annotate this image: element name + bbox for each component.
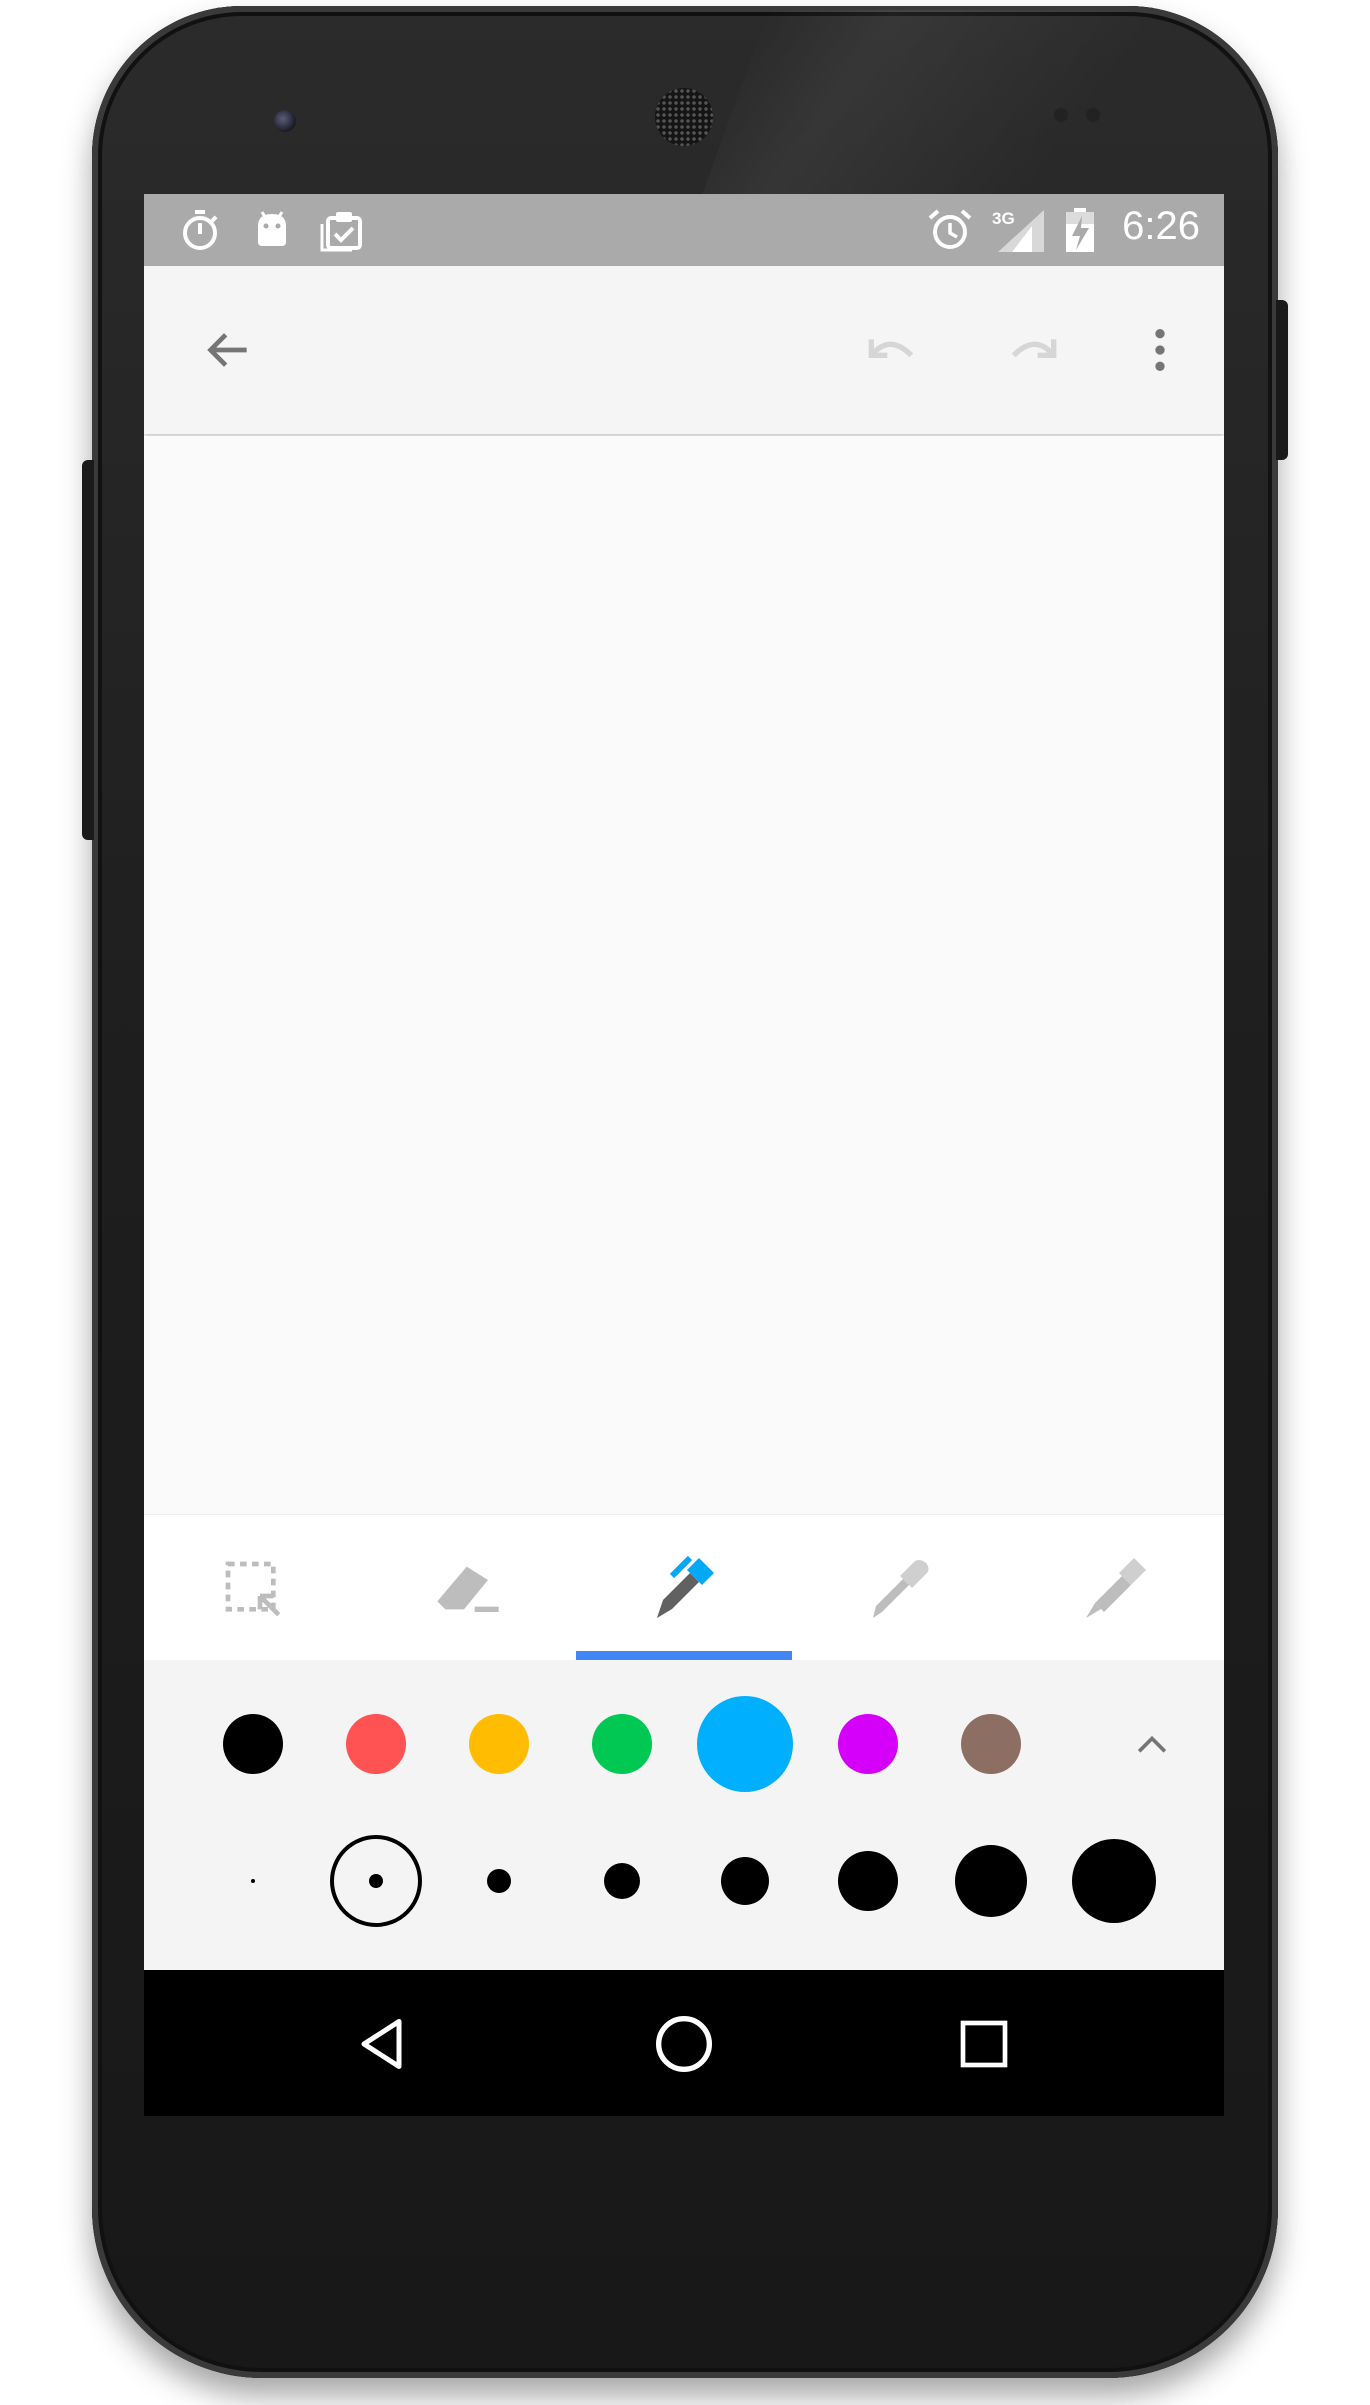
stroke-size-option[interactable] [251, 1879, 255, 1883]
nav-recents-icon [960, 2020, 1008, 2068]
tool-bar [144, 1514, 1224, 1661]
volume-button [82, 460, 94, 840]
earpiece-speaker [655, 88, 713, 146]
status-bar: 3G 6:26 [144, 194, 1224, 266]
more-options-button[interactable] [1124, 314, 1196, 386]
expand-palette-button[interactable] [1116, 1708, 1188, 1780]
signal-3g-icon: 3G [992, 209, 1044, 252]
color-swatch[interactable] [838, 1714, 898, 1774]
pen-palette [144, 1660, 1224, 1970]
stroke-size-option[interactable] [721, 1857, 769, 1905]
redo-icon [1011, 339, 1057, 358]
android-icon [258, 211, 286, 246]
color-swatch[interactable] [346, 1714, 406, 1774]
status-time: 6:26 [1122, 204, 1200, 248]
undo-button[interactable] [854, 314, 926, 386]
nav-home-icon [656, 2016, 712, 2072]
nav-home-button[interactable] [646, 2006, 722, 2082]
arrow-back-icon [207, 333, 247, 367]
navigation-bar [144, 1970, 1224, 2116]
nav-back-button[interactable] [346, 2006, 422, 2082]
highlighter-icon [1086, 1558, 1146, 1618]
color-swatch[interactable] [223, 1714, 283, 1774]
select-tool[interactable] [144, 1515, 360, 1661]
proximity-sensor [1054, 108, 1068, 122]
stopwatch-icon [183, 210, 218, 250]
app-bar [144, 266, 1224, 434]
highlighter-tool[interactable] [1008, 1515, 1224, 1661]
clipboard-check-icon [320, 212, 362, 252]
stroke-size-option[interactable] [487, 1869, 511, 1893]
stroke-size-option[interactable] [604, 1863, 640, 1899]
stroke-size-option[interactable] [369, 1874, 383, 1888]
pen-tool[interactable] [576, 1515, 792, 1661]
stroke-size-option[interactable] [838, 1851, 898, 1911]
stroke-size-option[interactable] [955, 1845, 1027, 1917]
color-swatch[interactable] [592, 1714, 652, 1774]
nav-back-icon [361, 2019, 402, 2069]
alarm-icon [928, 209, 972, 249]
marker-icon [873, 1560, 929, 1618]
nav-recents-button[interactable] [946, 2006, 1022, 2082]
stroke-size-option[interactable] [1072, 1839, 1156, 1923]
pen-icon [657, 1555, 714, 1618]
selected-tool-indicator [576, 1651, 792, 1660]
eraser-icon [437, 1566, 499, 1612]
undo-icon [868, 339, 914, 358]
power-button [1276, 300, 1288, 460]
back-button[interactable] [192, 314, 264, 386]
screen: 3G 6:26 [144, 194, 1224, 2116]
light-sensor [1086, 108, 1100, 122]
color-swatch[interactable] [961, 1714, 1021, 1774]
redo-button[interactable] [999, 314, 1071, 386]
network-type: 3G [992, 209, 1015, 228]
battery-charging-icon [1066, 208, 1094, 252]
front-camera [274, 110, 296, 132]
color-swatch[interactable] [469, 1714, 529, 1774]
marker-tool[interactable] [792, 1515, 1008, 1661]
color-swatch[interactable] [697, 1696, 793, 1792]
selection-icon [225, 1561, 281, 1617]
eraser-tool[interactable] [360, 1515, 576, 1661]
chevron-up-icon [1137, 1735, 1167, 1753]
more-vert-icon [1155, 329, 1165, 371]
